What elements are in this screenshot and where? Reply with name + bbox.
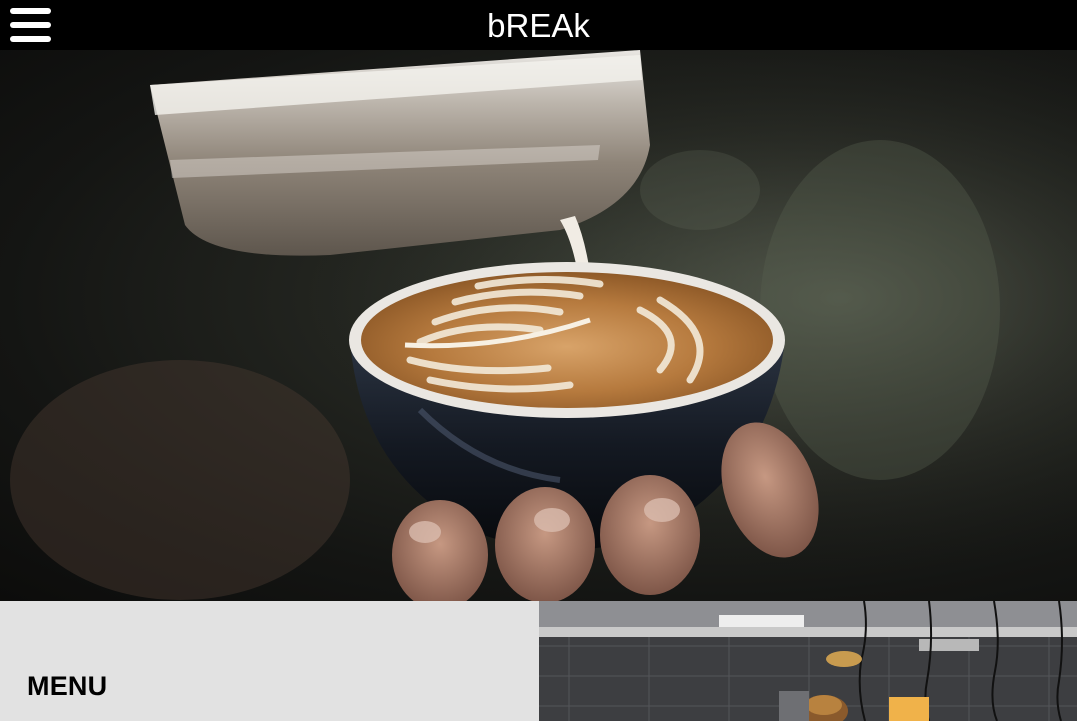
kitchen-image xyxy=(539,601,1077,721)
latte-art-illustration xyxy=(0,50,1077,601)
kitchen-counter-illustration xyxy=(539,601,1077,721)
brand-logo-text[interactable]: bREAk xyxy=(0,6,1077,46)
menu-section-panel: MENU xyxy=(0,601,539,721)
hero-image-latte-art xyxy=(0,50,1077,601)
top-navbar: bREAk xyxy=(0,0,1077,50)
menu-section-title[interactable]: MENU xyxy=(27,671,107,702)
